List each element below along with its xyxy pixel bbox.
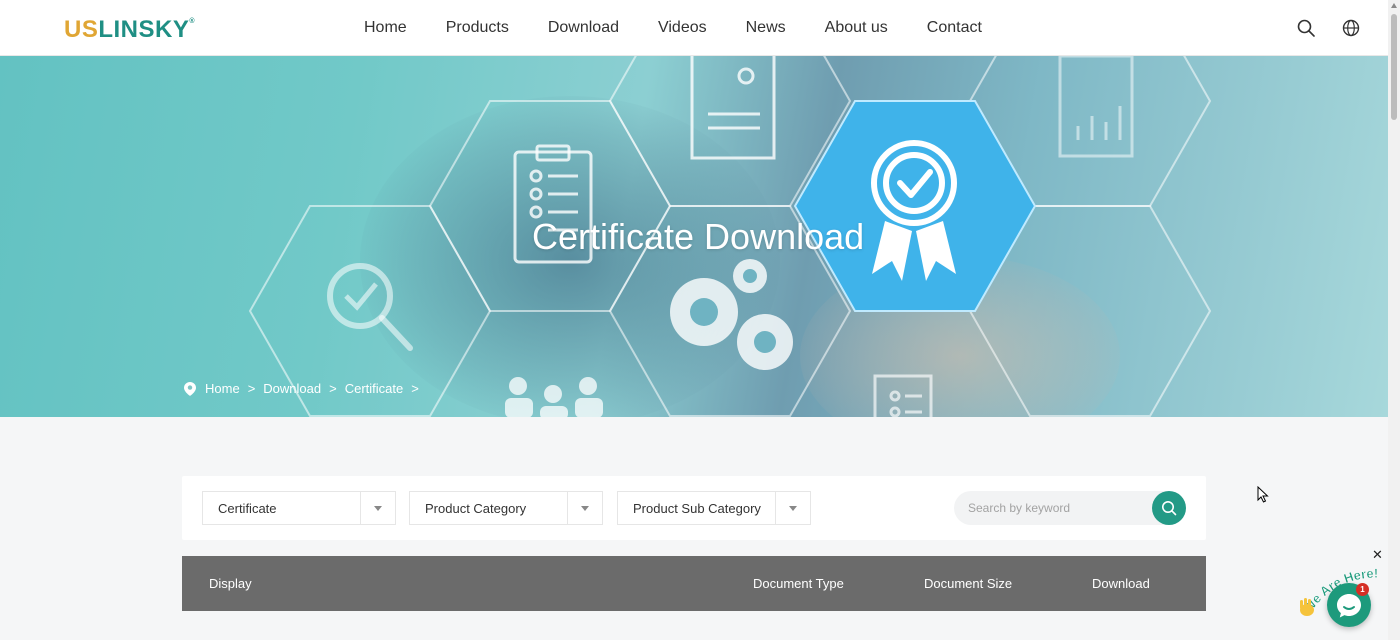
select-value: Product Category	[425, 501, 527, 516]
breadcrumb-home[interactable]: Home	[205, 381, 240, 396]
caret-down-icon	[581, 506, 589, 511]
breadcrumb-separator: >	[247, 381, 256, 396]
nav-news[interactable]: News	[746, 19, 786, 37]
product-category-select[interactable]: Product Category	[409, 491, 603, 525]
column-document-size: Document Size	[924, 576, 1013, 591]
column-document-type: Document Type	[753, 576, 844, 591]
nav-contact[interactable]: Contact	[927, 19, 982, 37]
select-divider	[360, 492, 361, 524]
nav-videos[interactable]: Videos	[658, 19, 707, 37]
breadcrumb: Home > Download > Certificate >	[184, 381, 427, 396]
logo-trademark: ®	[189, 18, 196, 25]
page-scrollbar[interactable]	[1388, 0, 1400, 640]
search-icon[interactable]	[1296, 18, 1316, 38]
product-sub-category-select[interactable]: Product Sub Category	[617, 491, 811, 525]
nav-about-us[interactable]: About us	[825, 19, 888, 37]
caret-down-icon	[374, 506, 382, 511]
location-pin-icon	[184, 381, 196, 396]
select-value: Product Sub Category	[633, 501, 761, 516]
scroll-up-arrow-icon[interactable]	[1391, 3, 1397, 8]
hero-banner: Certificate Download Home > Download > C…	[0, 56, 1388, 417]
breadcrumb-separator: >	[329, 381, 337, 396]
nav-products[interactable]: Products	[446, 19, 509, 37]
search-button[interactable]	[1152, 491, 1186, 525]
search-icon	[1162, 501, 1177, 516]
logo-text-us: US	[64, 16, 99, 43]
nav-download[interactable]: Download	[548, 19, 619, 37]
breadcrumb-separator: >	[411, 381, 419, 396]
page-title: Certificate Download	[532, 216, 865, 257]
column-download: Download	[1092, 576, 1150, 591]
filter-bar: Certificate Product Category Product Sub…	[182, 476, 1206, 540]
globe-icon[interactable]	[1341, 18, 1361, 38]
chat-unread-badge: 1	[1356, 583, 1369, 596]
nav-home[interactable]: Home	[364, 19, 407, 37]
select-value: Certificate	[218, 501, 277, 516]
logo-text-rest: LINSKY	[98, 16, 190, 43]
select-divider	[775, 492, 776, 524]
documents-table-header: Display Document Type Document Size Down…	[182, 556, 1206, 611]
scroll-thumb[interactable]	[1391, 14, 1397, 120]
site-header: USLINSKY® Home Products Download Videos …	[0, 0, 1388, 56]
main-nav: Home Products Download Videos News About…	[364, 0, 1021, 56]
breadcrumb-download[interactable]: Download	[263, 381, 321, 396]
keyword-search-input[interactable]	[954, 491, 1184, 525]
select-divider	[567, 492, 568, 524]
caret-down-icon	[789, 506, 797, 511]
document-type-select[interactable]: Certificate	[202, 491, 396, 525]
mouse-cursor-icon	[1257, 486, 1269, 503]
logo[interactable]: USLINSKY®	[64, 16, 195, 44]
column-display: Display	[209, 576, 252, 591]
breadcrumb-certificate[interactable]: Certificate	[345, 381, 404, 396]
